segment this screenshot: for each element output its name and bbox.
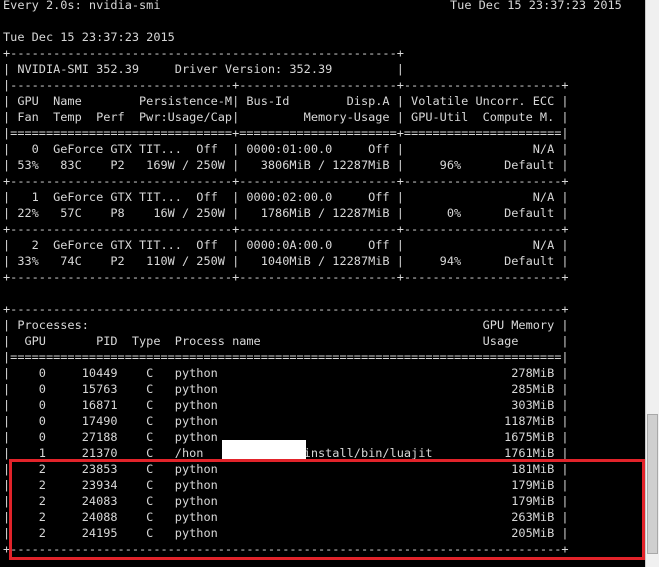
process-row: | 0 15763 C python 285MiB | [3,382,569,396]
gpu-2-row-1: | 2 GeForce GTX TIT... Off | 0000:0A:00.… [3,238,569,252]
processes-border-top: +---------------------------------------… [3,302,569,316]
processes-header-row: | GPU PID Type Process name Usage | [3,334,569,348]
process-row: | 0 10449 C python 278MiB | [3,366,569,380]
gpu-separator: +-------------------------------+-------… [3,222,569,236]
highlight-box [9,459,645,560]
table-border-top: +---------------------------------------… [3,46,404,60]
vertical-scrollbar[interactable] [645,0,659,567]
gpu-header-row-1: | GPU Name Persistence-M| Bus-Id Disp.A … [3,94,569,108]
process-row: | 0 16871 C python 303MiB | [3,398,569,412]
gpu-0-row-2: | 53% 83C P2 169W / 250W | 3806MiB / 122… [3,158,569,172]
gpu-table-bottom: +-------------------------------+-------… [3,270,569,284]
timestamp: Tue Dec 15 23:37:23 2015 [3,30,175,44]
redaction-box [222,440,306,459]
gpu-separator: +-------------------------------+-------… [3,174,569,188]
processes-title-row: | Processes: GPU Memory | [3,318,569,332]
gpu-header-separator: |===============================+=======… [3,126,569,140]
scrollbar-thumb[interactable] [647,414,658,554]
gpu-header-row-2: | Fan Temp Perf Pwr:Usage/Cap| Memory-Us… [3,110,569,124]
table-divider: |-------------------------------+-------… [3,78,569,92]
process-row: | 0 17490 C python 1187MiB | [3,414,569,428]
gpu-2-row-2: | 33% 74C P2 110W / 250W | 1040MiB / 122… [3,254,569,268]
gpu-1-row-2: | 22% 57C P8 16W / 250W | 1786MiB / 1228… [3,206,569,220]
smi-version-line: | NVIDIA-SMI 352.39 Driver Version: 352.… [3,62,404,76]
watch-command-line: Every 2.0s: nvidia-smi [3,0,161,12]
gpu-1-row-1: | 1 GeForce GTX TIT... Off | 0000:02:00.… [3,190,569,204]
terminal-window: Every 2.0s: nvidia-smi Tue Dec 15 23:37:… [0,0,645,567]
processes-header-separator: |=======================================… [3,350,569,364]
gpu-0-row-1: | 0 GeForce GTX TIT... Off | 0000:01:00.… [3,142,569,156]
watch-time: Tue Dec 15 23:37:23 2015 [450,0,622,12]
